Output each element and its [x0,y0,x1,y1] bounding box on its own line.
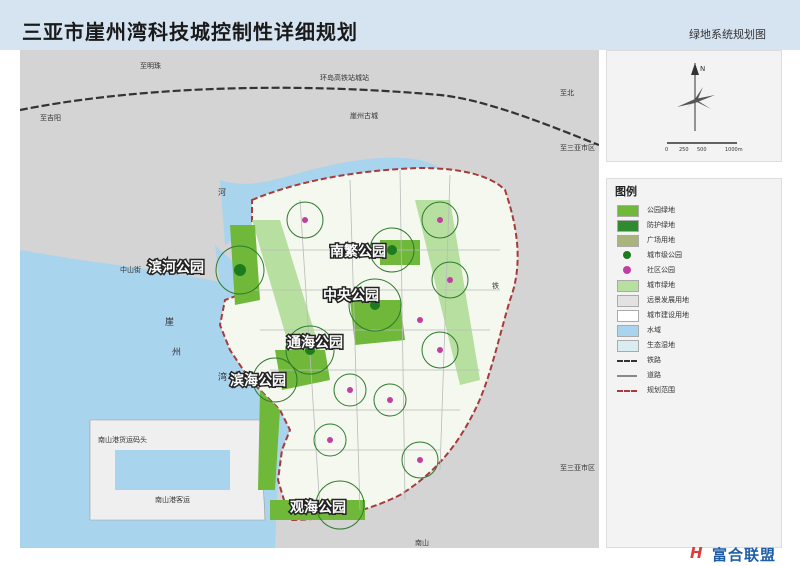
map-subtitle: 绿地系统规划图 [689,28,766,41]
legend-label: 城市建设用地 [647,311,689,319]
legend-item: 广场用地 [617,235,777,247]
legend-swatch [617,295,639,307]
label-zhijie: 至明珠 [140,61,161,70]
map-canvas: 至明珠 至吉阳 环岛高铁站城站 崖州古城 至北 至三亚市区 至三亚市区 中山街 … [20,50,599,548]
legend-label: 铁路 [647,356,661,364]
park-label-binhe: 滨河公园 [148,259,204,276]
park-label-nanfan: 南繁公园 [330,243,386,260]
legend-label: 城市级公园 [647,251,682,259]
legend-swatch [617,250,637,260]
north-arrow-icon [691,63,699,75]
label-zhibei: 至北 [560,89,574,97]
legend-label: 城市绿地 [647,281,675,289]
legend-title: 图例 [615,185,637,198]
brand-logo: H 富合联盟 [690,540,800,564]
legend-swatch [617,235,639,247]
label-yazhou-east2: 至三亚市区 [560,463,595,472]
legend-item: 道路 [617,370,777,381]
legend-label: 公园绿地 [647,206,675,214]
legend-swatch [617,375,637,377]
legend-item: 远景发展用地 [617,295,777,307]
legend-swatch [617,390,637,392]
label-bay-1: 崖 [165,317,174,328]
port-basin [115,450,230,490]
legend-item: 水域 [617,325,777,337]
legend-label: 社区公园 [647,266,675,274]
label-nanshan: 南山 [415,538,429,547]
legend-swatch [617,220,639,232]
label-port: 南山港货运码头 [98,435,147,444]
legend-item: 铁路 [617,355,777,366]
legend-panel: 图例 公园绿地防护绿地广场用地城市级公园社区公园城市绿地远景发展用地 城市建设用地… [606,178,782,548]
legend-item: 生态湿地 [617,340,777,352]
label-railway: 环岛高铁站城站 [320,73,369,82]
legend-swatch [617,310,639,322]
legend-swatch [617,340,639,352]
legend-label: 防护绿地 [647,221,675,229]
wind-rose-icon [677,87,715,111]
legend-label: 水域 [647,326,661,334]
legend-item: 规划范围 [617,385,777,396]
scale-label-0: 0 [665,147,668,153]
legend-swatch [617,265,637,275]
legend-swatch [617,280,639,292]
legend-item: 社区公园 [617,265,777,276]
label-zhongshan: 中山街 [120,265,141,274]
park-label-central: 中央公园 [323,287,379,304]
label-bay-2: 州 [172,347,181,358]
legend-label: 广场用地 [647,236,675,244]
label-bay-3: 湾 [218,371,227,383]
legend-item: 城市建设用地 [617,310,777,322]
scale-label-250: 250 [679,147,689,153]
header-bar: 三亚市崖州湾科技城控制性详细规划 绿地系统规划图 [0,0,800,50]
scale-label-500: 500 [697,147,707,153]
legend-dot-icon [623,266,631,274]
legend-label: 规划范围 [647,386,675,394]
compass-rose: N 0 250 500 1000m [665,63,743,153]
page-title: 三亚市崖州湾科技城控制性详细规划 [22,20,358,44]
label-tie: 铁 [492,281,499,290]
park-label-binhai: 滨海公园 [230,372,286,389]
legend-item: 防护绿地 [617,220,777,232]
legend-swatch [617,360,637,362]
park-label-guanhai: 观海公园 [290,499,346,516]
legend-label: 远景发展用地 [647,296,689,304]
north-label: N [700,65,705,73]
legend-item: 公园绿地 [617,205,777,217]
legend-swatch [617,205,639,217]
label-port2: 南山港客运 [155,495,190,504]
planning-map[interactable]: 至明珠 至吉阳 环岛高铁站城站 崖州古城 至北 至三亚市区 至三亚市区 中山街 … [20,50,599,548]
brand-mark-icon: H [690,544,703,562]
legend-swatch [617,325,639,337]
label-jiyang: 至吉阳 [40,113,61,122]
legend-item: 城市绿地 [617,280,777,292]
scale-label-1000: 1000m [725,147,743,153]
legend-dot-icon [623,251,631,259]
park-label-tonghai: 通海公园 [287,334,343,351]
brand-name: 富合联盟 [712,546,777,564]
legend-label: 道路 [647,371,661,379]
label-river: 河 [218,187,226,197]
compass-panel: N 0 250 500 1000m [606,50,782,162]
label-yazhou-old: 崖州古城 [350,111,378,120]
legend-item: 城市级公园 [617,250,777,261]
label-yazhou-east: 至三亚市区 [560,143,595,152]
legend-label: 生态湿地 [647,341,675,349]
